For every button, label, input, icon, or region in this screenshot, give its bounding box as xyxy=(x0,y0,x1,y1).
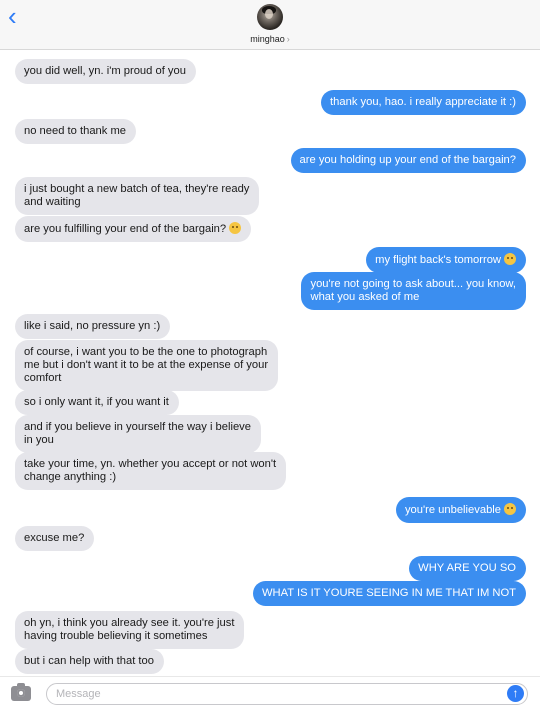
chevron-right-icon: › xyxy=(286,34,290,44)
message-bubble-sent[interactable]: my flight back's tomorrow xyxy=(366,247,526,273)
message-text: are you holding up your end of the barga… xyxy=(299,154,516,166)
message-text: excuse me? xyxy=(24,532,85,544)
message-text: are you fulfilling your end of the barga… xyxy=(24,223,227,235)
message-bubble-sent[interactable]: are you holding up your end of the barga… xyxy=(290,148,526,173)
message-bubble-received[interactable]: take your time, yn. whether you accept o… xyxy=(15,452,287,490)
message-text: what you asked of me xyxy=(310,291,420,303)
message-bubble-received[interactable]: i just bought a new batch of tea, they'r… xyxy=(15,177,260,215)
message-bubble-received[interactable]: oh yn, i think you already see it. you'r… xyxy=(15,611,245,649)
message-bubble-received[interactable]: so i only want it, if you want it xyxy=(15,390,179,415)
avatar[interactable] xyxy=(257,4,283,30)
avatar-face xyxy=(265,9,273,19)
message-bubble-sent[interactable]: you're unbelievable xyxy=(395,497,526,523)
message-text: WHAT IS IT YOURE SEEING IN ME THAT IM NO… xyxy=(261,587,516,599)
message-text: of course, i want you to be the one to p… xyxy=(24,346,268,358)
contact-name[interactable]: minghao › xyxy=(0,34,540,44)
weary-emoji-icon xyxy=(504,503,516,515)
message-text: thank you, hao. i really appreciate it :… xyxy=(330,96,516,108)
message-composer: ↑ xyxy=(0,676,540,708)
message-bubble-sent[interactable]: WHAT IS IT YOURE SEEING IN ME THAT IM NO… xyxy=(252,581,526,606)
message-text: change anything :) xyxy=(24,471,117,483)
message-text: my flight back's tomorrow xyxy=(375,254,501,266)
message-bubble-received[interactable]: of course, i want you to be the one to p… xyxy=(15,340,279,391)
message-text: oh yn, i think you already see it. you'r… xyxy=(24,617,235,629)
message-text: take your time, yn. whether you accept o… xyxy=(24,458,277,470)
slightly-smiling-emoji-icon xyxy=(229,222,242,234)
message-bubble-received[interactable]: like i said, no pressure yn :) xyxy=(15,314,171,339)
message-text: you did well, yn. i'm proud of you xyxy=(24,65,186,77)
back-chevron-icon[interactable]: ‹ xyxy=(8,3,28,29)
message-bubble-received[interactable]: you did well, yn. i'm proud of you xyxy=(15,59,196,84)
message-text: in you xyxy=(24,434,54,446)
message-text: you're not going to ask about... you kno… xyxy=(310,278,516,290)
message-text: no need to thank me xyxy=(24,125,127,137)
message-bubble-sent[interactable]: WHY ARE YOU SO xyxy=(409,556,526,581)
message-bubble-received[interactable]: and if you believe in yourself the way i… xyxy=(15,415,261,453)
message-bubble-received[interactable]: no need to thank me xyxy=(15,119,137,144)
message-text: like i said, no pressure yn :) xyxy=(24,320,161,332)
camera-icon[interactable] xyxy=(11,683,31,701)
message-bubble-sent[interactable]: you're not going to ask about... you kno… xyxy=(301,272,526,310)
message-text: so i only want it, if you want it xyxy=(24,396,169,408)
message-thread[interactable]: you did well, yn. i'm proud of you thank… xyxy=(0,50,540,676)
conversation-header: ‹ minghao › xyxy=(0,0,540,50)
message-bubble-sent[interactable]: thank you, hao. i really appreciate it :… xyxy=(321,90,526,115)
message-text: comfort xyxy=(24,372,62,384)
message-input[interactable] xyxy=(46,683,528,705)
send-arrow-icon[interactable]: ↑ xyxy=(507,685,524,702)
message-text: me but i don't want it to be at the expe… xyxy=(24,359,269,371)
message-text: but i can help with that too xyxy=(24,655,154,667)
message-text: having trouble believing it sometimes xyxy=(24,630,208,642)
message-text: you're unbelievable xyxy=(404,504,501,516)
message-bubble-received[interactable]: but i can help with that too xyxy=(15,649,164,674)
sweat-smile-emoji-icon xyxy=(504,253,516,265)
message-bubble-received[interactable]: are you fulfilling your end of the barga… xyxy=(15,216,252,242)
message-text: i just bought a new batch of tea, they'r… xyxy=(24,183,250,195)
contact-name-label: minghao xyxy=(250,34,285,44)
message-text: and waiting xyxy=(24,196,81,208)
message-text: and if you believe in yourself the way i… xyxy=(24,421,251,433)
message-text: WHY ARE YOU SO xyxy=(418,562,516,574)
message-bubble-received[interactable]: excuse me? xyxy=(15,526,95,551)
